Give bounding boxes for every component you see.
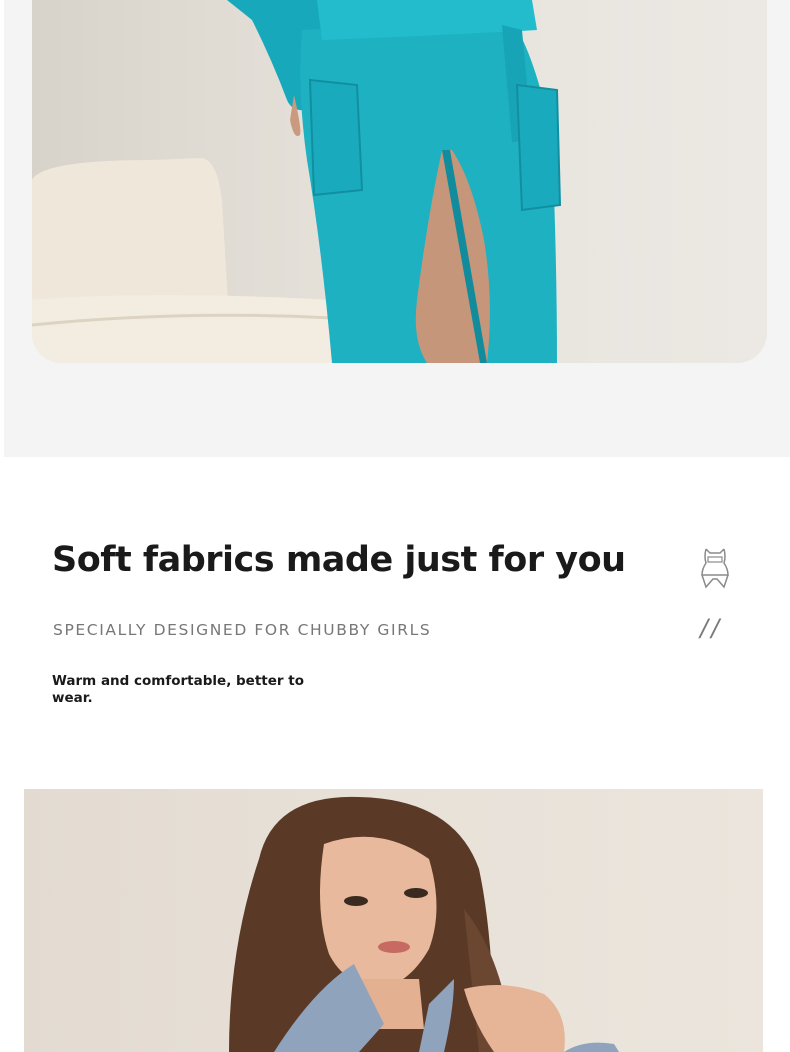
section-description: Warm and comfortable, better to wear. [52, 673, 304, 706]
section-subheading: SPECIALLY DESIGNED FOR CHUBBY GIRLS [53, 621, 432, 639]
blue-robe-model-photo [24, 789, 763, 1052]
body-shape-icon [696, 545, 734, 589]
teal-robe-photo [32, 0, 767, 363]
section-heading: Soft fabrics made just for you [52, 540, 626, 580]
slash-decoration: // [700, 614, 723, 642]
